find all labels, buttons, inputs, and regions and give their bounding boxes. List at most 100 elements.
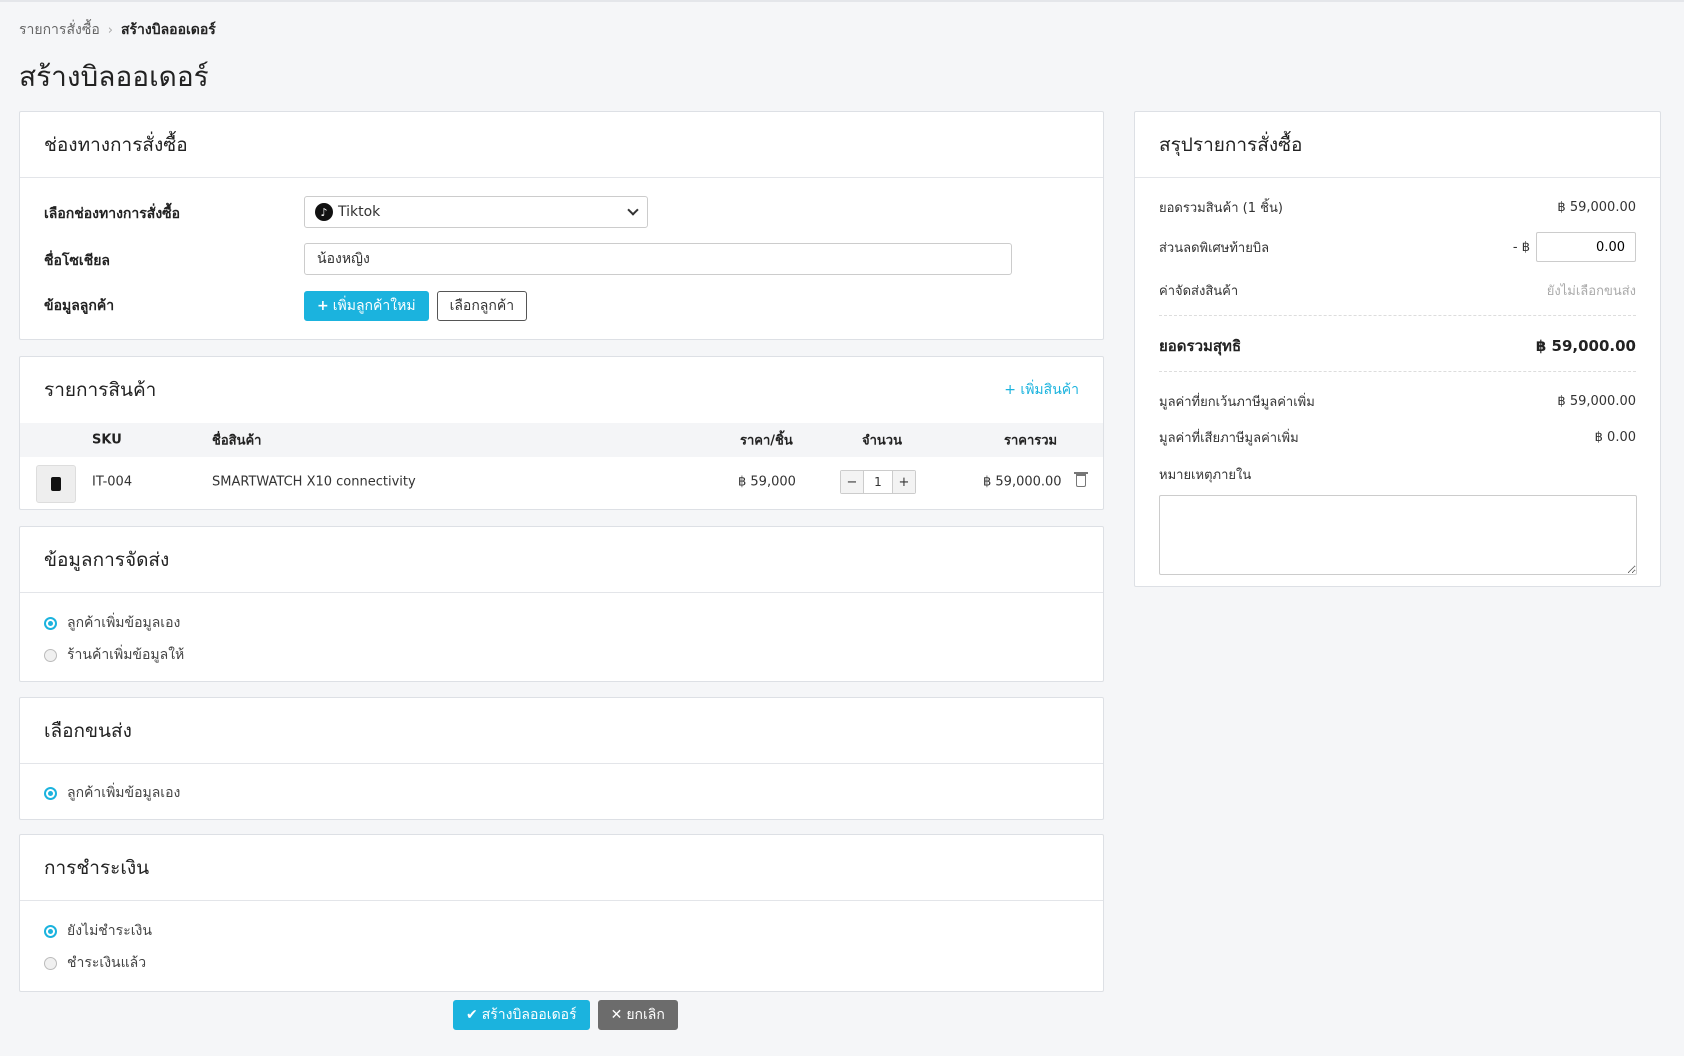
vat-exempt-value: ฿ 59,000.00: [1557, 394, 1636, 409]
payment-card: การชำระเงิน ยังไม่ชำระเงิน ชำระเงินแล้ว: [19, 834, 1104, 992]
radio-checked[interactable]: [44, 924, 57, 938]
shipping-cost-value: ยังไม่เลือกขนส่ง: [1546, 284, 1636, 299]
vat-label: มูลค่าที่เสียภาษีมูลค่าเพิ่ม: [1159, 431, 1299, 446]
payment-option-label: ชำระเงินแล้ว: [67, 955, 147, 971]
shipping-option-label: ลูกค้าเพิ่มข้อมูลเอง: [67, 615, 181, 631]
shipping-info-card: ข้อมูลการจัดส่ง ลูกค้าเพิ่มข้อมูลเอง ร้า…: [19, 526, 1104, 682]
carrier-option-customer[interactable]: ลูกค้าเพิ่มข้อมูลเอง: [44, 782, 180, 804]
row-total: ฿ 59,000.00: [983, 474, 1062, 490]
discount-prefix: - ฿: [1512, 239, 1530, 255]
col-name: ชื่อสินค้า: [212, 433, 262, 449]
discount-row: ส่วนลดพิเศษท้ายบิล - ฿: [1159, 232, 1636, 262]
radio-checked[interactable]: [44, 616, 57, 630]
top-divider: [0, 0, 1684, 2]
products-table-header: SKU ชื่อสินค้า ราคา/ชิ้น จำนวน ราคารวม: [20, 423, 1103, 457]
summary-header: สรุปรายการสั่งซื้อ: [1135, 112, 1660, 178]
add-product-link[interactable]: + เพิ่มสินค้า: [1004, 379, 1079, 401]
quantity-value[interactable]: 1: [863, 471, 893, 493]
vat-exempt-label: มูลค่าที่ยกเว้นภาษีมูลค่าเพิ่ม: [1159, 395, 1315, 410]
customer-info-label: ข้อมูลลูกค้า: [44, 298, 115, 314]
col-total: ราคารวม: [1004, 433, 1058, 449]
channel-select[interactable]: ♪ Tiktok: [304, 196, 648, 228]
subtotal-value: ฿ 59,000.00: [1557, 200, 1636, 215]
cancel-button[interactable]: ✕ ยกเลิก: [597, 1000, 678, 1030]
channel-select-value: Tiktok: [338, 204, 381, 220]
vat-row: มูลค่าที่เสียภาษีมูลค่าเพิ่ม ฿ 0.00: [1159, 427, 1636, 448]
row-price: ฿ 59,000: [738, 474, 796, 490]
add-customer-label: เพิ่มลูกค้าใหม่: [332, 298, 416, 314]
net-total-value: ฿ 59,000.00: [1535, 337, 1636, 355]
plus-icon: +: [317, 298, 329, 314]
channel-card-title: ช่องทางการสั่งซื้อ: [44, 133, 188, 156]
summary-card: สรุปรายการสั่งซื้อ ยอดรวมสินค้า (1 ชิ้น)…: [1134, 111, 1661, 587]
shipping-cost-label: ค่าจัดส่งสินค้า: [1159, 284, 1239, 299]
close-icon: ✕: [610, 1007, 623, 1023]
subtotal-row: ยอดรวมสินค้า (1 ชิ้น) ฿ 59,000.00: [1159, 197, 1636, 218]
col-price: ราคา/ชิ้น: [740, 433, 793, 449]
shipping-option-customer[interactable]: ลูกค้าเพิ่มข้อมูลเอง: [44, 612, 180, 634]
payment-option-label: ยังไม่ชำระเงิน: [67, 923, 152, 939]
note-label: หมายเหตุภายใน: [1159, 468, 1252, 483]
internal-note-textarea[interactable]: [1159, 495, 1637, 575]
products-card: รายการสินค้า + เพิ่มสินค้า SKU ชื่อสินค้…: [19, 356, 1104, 510]
carrier-header: เลือกขนส่ง: [20, 698, 1103, 764]
create-order-button[interactable]: ✔ สร้างบิลออเดอร์: [453, 1000, 590, 1030]
summary-divider: [1159, 315, 1636, 316]
radio-unchecked[interactable]: [44, 956, 57, 970]
shipping-info-header: ข้อมูลการจัดส่ง: [20, 527, 1103, 593]
note-row: หมายเหตุภายใน: [1159, 464, 1636, 485]
channel-card-header: ช่องทางการสั่งซื้อ: [20, 112, 1103, 178]
social-name-label: ชื่อโซเชียล: [44, 253, 111, 269]
payment-option-paid[interactable]: ชำระเงินแล้ว: [44, 952, 146, 974]
payment-header: การชำระเงิน: [20, 835, 1103, 901]
increase-qty-button[interactable]: +: [893, 471, 915, 493]
breadcrumb-current: สร้างบิลออเดอร์: [120, 22, 216, 38]
cancel-label: ยกเลิก: [626, 1007, 665, 1023]
col-sku: SKU: [92, 432, 122, 448]
discount-field: - ฿: [1513, 232, 1636, 262]
radio-unchecked[interactable]: [44, 648, 57, 662]
trash-icon[interactable]: [1074, 472, 1088, 487]
social-name-input[interactable]: [304, 243, 1012, 275]
discount-input[interactable]: [1536, 232, 1636, 262]
summary-title: สรุปรายการสั่งซื้อ: [1159, 133, 1303, 156]
tiktok-icon: ♪: [315, 203, 333, 221]
quantity-stepper: − 1 +: [840, 470, 916, 494]
footer-actions: ✔ สร้างบิลออเดอร์ ✕ ยกเลิก: [453, 1000, 678, 1030]
vat-exempt-row: มูลค่าที่ยกเว้นภาษีมูลค่าเพิ่ม ฿ 59,000.…: [1159, 391, 1636, 412]
payment-option-unpaid[interactable]: ยังไม่ชำระเงิน: [44, 920, 152, 942]
radio-checked[interactable]: [44, 786, 57, 800]
col-qty: จำนวน: [862, 433, 902, 449]
page-title: สร้างบิลออเดอร์: [19, 60, 209, 93]
product-thumbnail: [36, 465, 76, 503]
row-sku: IT-004: [92, 474, 133, 490]
breadcrumb-orders-link[interactable]: รายการสั่งซื้อ: [19, 19, 100, 41]
select-customer-button[interactable]: เลือกลูกค้า: [436, 291, 528, 321]
products-card-title: รายการสินค้า: [44, 379, 157, 401]
vat-value: ฿ 0.00: [1594, 430, 1636, 445]
smartwatch-image: [51, 477, 61, 491]
chevron-down-icon: [627, 204, 639, 216]
shipping-cost-row: ค่าจัดส่งสินค้า ยังไม่เลือกขนส่ง: [1159, 280, 1636, 301]
discount-label: ส่วนลดพิเศษท้ายบิล: [1159, 240, 1270, 256]
breadcrumb-separator: ›: [107, 22, 113, 38]
carrier-title: เลือกขนส่ง: [44, 719, 132, 742]
carrier-card: เลือกขนส่ง ลูกค้าเพิ่มข้อมูลเอง: [19, 697, 1104, 820]
check-icon: ✔: [466, 1007, 478, 1023]
decrease-qty-button[interactable]: −: [841, 471, 863, 493]
create-order-label: สร้างบิลออเดอร์: [481, 1007, 577, 1023]
table-row: IT-004 SMARTWATCH X10 connectivity ฿ 59,…: [20, 457, 1103, 507]
shipping-option-label: ร้านค้าเพิ่มข้อมูลให้: [67, 647, 185, 663]
net-total-row: ยอดรวมสุทธิ ฿ 59,000.00: [1159, 334, 1636, 358]
channel-label: เลือกช่องทางการสั่งซื้อ: [44, 206, 181, 222]
subtotal-label: ยอดรวมสินค้า (1 ชิ้น): [1159, 201, 1283, 216]
payment-title: การชำระเงิน: [44, 856, 150, 879]
customer-buttons: + เพิ่มลูกค้าใหม่ เลือกลูกค้า: [304, 291, 528, 321]
add-customer-button[interactable]: + เพิ่มลูกค้าใหม่: [304, 291, 429, 321]
products-card-header: รายการสินค้า + เพิ่มสินค้า: [20, 357, 1103, 423]
summary-divider: [1159, 371, 1636, 372]
net-total-label: ยอดรวมสุทธิ: [1159, 337, 1242, 355]
channel-card: ช่องทางการสั่งซื้อ เลือกช่องทางการสั่งซื…: [19, 111, 1104, 340]
row-name: SMARTWATCH X10 connectivity: [212, 474, 416, 490]
shipping-option-store[interactable]: ร้านค้าเพิ่มข้อมูลให้: [44, 644, 184, 666]
